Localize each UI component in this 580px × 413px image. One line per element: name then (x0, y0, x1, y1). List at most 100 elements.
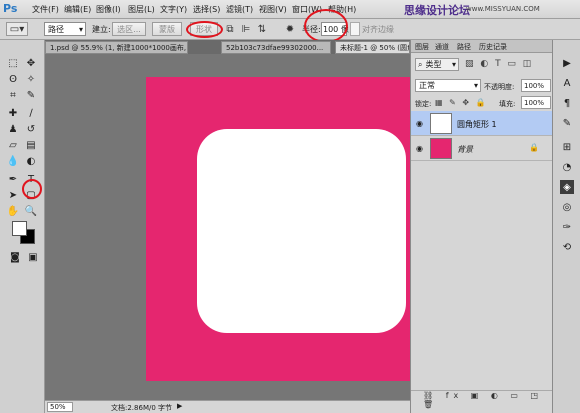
lasso-icon[interactable]: ʘ (6, 72, 20, 86)
hand-icon[interactable]: ✋ (6, 204, 20, 218)
tab-document-2[interactable]: 52b103c73dfae99302000... (221, 41, 331, 54)
path-operations-icon[interactable]: ⧉ (223, 22, 237, 36)
toolbox: ⬚ ✥ ʘ ✧ ⌗ ✎ ✚ ∕ ♟ ↺ ▱ ▤ 💧 ◐ ✒ T ➤ ▢ ✋ 🔍 … (0, 40, 45, 413)
layer-row-rounded-rectangle[interactable]: ◉ 圆角矩形 1 (411, 111, 552, 136)
align-edges-label: 对齐边缘 (362, 25, 394, 34)
selection-button[interactable]: 选区... (112, 22, 146, 36)
menu-file[interactable]: 文件(F) (32, 4, 59, 15)
opacity-label: 不透明度: (484, 83, 515, 91)
menu-edit[interactable]: 编辑(E) (64, 4, 91, 15)
color-icon[interactable]: ◔ (560, 160, 574, 174)
mode-select[interactable]: 路径 ▾ (44, 22, 86, 36)
clone-source-icon[interactable]: ⊞ (560, 140, 574, 154)
lock-icons[interactable]: ▦ ✎ ✥ 🔒 (435, 98, 488, 107)
tab-paths[interactable]: 路径 (457, 42, 471, 52)
search-icon: ⌕ (418, 59, 423, 69)
tab-document-1[interactable]: 1.psd @ 55.9% (1, 新建1000*1000画布, 缩... (45, 41, 188, 54)
layers-panel-icon[interactable]: ◈ (560, 180, 574, 194)
pen-icon[interactable]: ✒ (6, 172, 20, 186)
tab-document-3[interactable]: 未标题-1 @ 50% (圆角矩形 1, RGB/8) * (335, 41, 410, 54)
healing-brush-icon[interactable]: ✚ (6, 106, 20, 120)
rounded-rectangle-tool-icon[interactable]: ▢ (24, 188, 38, 202)
mask-button[interactable]: 蒙版 (152, 22, 182, 36)
path-selection-icon[interactable]: ➤ (6, 188, 20, 202)
blur-icon[interactable]: 💧 (6, 154, 20, 168)
move-icon[interactable]: ✥ (24, 56, 38, 70)
screen-mode-icon[interactable]: ▣ (26, 250, 40, 264)
lock-label: 锁定: (415, 100, 432, 108)
eyedropper-icon[interactable]: ✎ (24, 88, 38, 102)
chevron-down-icon: ▾ (473, 81, 478, 90)
menu-window[interactable]: 窗口(W) (292, 4, 322, 15)
visibility-eye-icon[interactable]: ◉ (416, 119, 423, 128)
marquee-icon[interactable]: ⬚ (6, 56, 20, 70)
play-icon[interactable]: ▶ (560, 56, 574, 70)
foreground-color-swatch[interactable] (12, 221, 27, 236)
status-bar: 50% 文档:2.86M/0 字节 ▶ (45, 400, 410, 413)
filter-type-value: 类型 (425, 60, 442, 69)
channels-icon[interactable]: ◎ (560, 200, 574, 214)
document-info: 文档:2.86M/0 字节 (111, 404, 173, 412)
paths-icon[interactable]: ✑ (560, 220, 574, 234)
fill-label: 填充: (499, 100, 516, 108)
layer-actions-bar[interactable]: ⛓ fx ▣ ◐ ▭ ◳ 🗑 (411, 390, 552, 409)
magic-wand-icon[interactable]: ✧ (24, 72, 38, 86)
tab-channels[interactable]: 通道 (435, 42, 449, 52)
zoom-level-field[interactable]: 50% (47, 402, 73, 412)
create-label: 建立: (92, 25, 111, 34)
path-arrangement-icon[interactable]: ⇅ (255, 22, 269, 36)
blend-mode-select[interactable]: 正常 ▾ (415, 79, 481, 92)
menu-view[interactable]: 视图(V) (259, 4, 287, 15)
align-edges-checkbox[interactable] (350, 22, 360, 36)
watermark-logo-text: 思缘设计论坛 (404, 4, 470, 17)
layer-filter-select[interactable]: ⌕ 类型 ▾ (415, 58, 459, 71)
tool-presets-icon[interactable]: ✎ (560, 116, 574, 130)
right-dock: ▶ A ¶ ✎ ⊞ ◔ ◈ ◎ ✑ ⟲ (552, 40, 580, 413)
rounded-rectangle-shape[interactable] (197, 129, 406, 333)
settings-gear-icon[interactable]: ✹ (283, 22, 297, 36)
gradient-icon[interactable]: ▤ (24, 138, 38, 152)
menu-filter[interactable]: 滤镜(T) (226, 4, 253, 15)
status-arrow-icon[interactable]: ▶ (177, 402, 182, 410)
path-alignment-icon[interactable]: ⊫ (239, 22, 253, 36)
layer-name[interactable]: 圆角矩形 1 (457, 119, 497, 130)
shape-button[interactable]: 形状 (190, 22, 218, 36)
options-bar: ▭▾ 路径 ▾ 建立: 选区... 蒙版 形状 ⧉ ⊫ ⇅ ✹ 半径: 100 … (0, 9, 580, 43)
tab-layers[interactable]: 图层 (415, 42, 429, 52)
menu-help[interactable]: 帮助(H) (328, 4, 356, 15)
menu-layer[interactable]: 图层(L) (128, 4, 155, 15)
mode-value: 路径 (48, 24, 64, 34)
panel-tab-bar: 图层 通道 路径 历史记录 (411, 40, 552, 53)
layer-thumbnail-background (430, 138, 452, 159)
brush-icon[interactable]: ∕ (24, 106, 38, 120)
eraser-icon[interactable]: ▱ (6, 138, 20, 152)
visibility-eye-icon[interactable]: ◉ (416, 144, 423, 153)
menu-select[interactable]: 选择(S) (193, 4, 220, 15)
menu-bar: Ps 文件(F) 编辑(E) 图像(I) 图层(L) 文字(Y) 选择(S) 滤… (0, 0, 580, 19)
zoom-icon[interactable]: 🔍 (24, 204, 38, 218)
type-icon[interactable]: T (24, 172, 38, 186)
dodge-icon[interactable]: ◐ (24, 154, 38, 168)
history-icon[interactable]: ⟲ (560, 240, 574, 254)
tool-preset-icon[interactable]: ▭▾ (6, 22, 28, 36)
layer-name[interactable]: 背景 (457, 144, 473, 155)
menu-image[interactable]: 图像(I) (96, 4, 121, 15)
watermark-url: www.MISSYUAN.COM (466, 5, 540, 13)
text-panel-icon[interactable]: A (560, 76, 574, 90)
layers-panel: 图层 通道 路径 历史记录 ⌕ 类型 ▾ ▧ ◐ T ▭ ◫ 正常 ▾ 不透明度… (410, 40, 552, 413)
menu-type[interactable]: 文字(Y) (160, 4, 187, 15)
document-tab-bar: 1.psd @ 55.9% (1, 新建1000*1000画布, 缩... 52… (45, 40, 410, 54)
radius-input[interactable]: 100 像 (321, 22, 349, 36)
paragraph-icon[interactable]: ¶ (560, 96, 574, 110)
fill-input[interactable]: 100% (521, 96, 551, 109)
history-brush-icon[interactable]: ↺ (24, 122, 38, 136)
clone-stamp-icon[interactable]: ♟ (6, 122, 20, 136)
filter-icons[interactable]: ▧ ◐ T ▭ ◫ (465, 59, 533, 69)
opacity-input[interactable]: 100% (521, 79, 551, 92)
crop-icon[interactable]: ⌗ (6, 88, 20, 102)
blend-mode-value: 正常 (419, 81, 435, 90)
tab-history[interactable]: 历史记录 (479, 42, 507, 52)
layer-row-background[interactable]: ◉ 背景 🔒 (411, 136, 552, 161)
lock-icon: 🔒 (529, 143, 539, 152)
quick-mask-icon[interactable]: ◙ (8, 250, 22, 264)
